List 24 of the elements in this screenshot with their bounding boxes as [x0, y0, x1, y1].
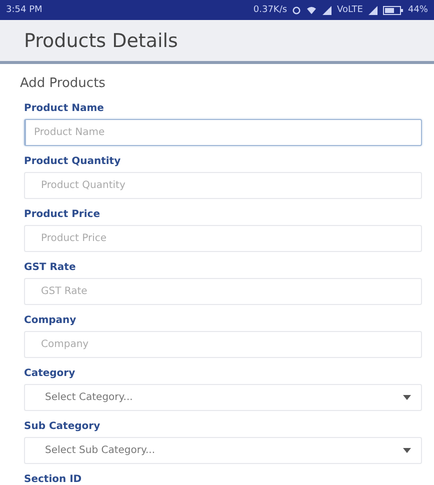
field-label: Section ID: [24, 474, 83, 485]
signal-icon: [368, 6, 378, 14]
field-label: Product Quantity: [24, 156, 122, 167]
wifi-icon: [306, 6, 318, 14]
signal-icon: [322, 6, 332, 14]
field-label: Sub Category: [24, 421, 102, 432]
field-label: Category: [24, 368, 76, 379]
field-label: GST Rate: [24, 262, 77, 273]
field-label: Product Name: [24, 103, 105, 114]
input-field[interactable]: Product Name: [24, 119, 422, 146]
field-label: Product Price: [24, 209, 101, 220]
caret-icon: [403, 448, 411, 453]
dropdown-field[interactable]: Select Sub Category...: [24, 437, 422, 464]
field-label: Company: [24, 315, 78, 326]
battery-icon: [382, 6, 403, 14]
status-time: 3:54 PM: [6, 5, 42, 15]
battery-percent: 44%: [408, 5, 428, 15]
caret-icon: [403, 395, 411, 400]
dropdown-field[interactable]: Select Category...: [24, 384, 422, 411]
network-speed: 0.37K/s: [253, 5, 288, 15]
network-type: VoLTE: [337, 5, 363, 15]
page-title: Products Details: [24, 30, 178, 52]
alarm-icon: [292, 6, 302, 14]
form-heading: Add Products: [20, 76, 106, 91]
